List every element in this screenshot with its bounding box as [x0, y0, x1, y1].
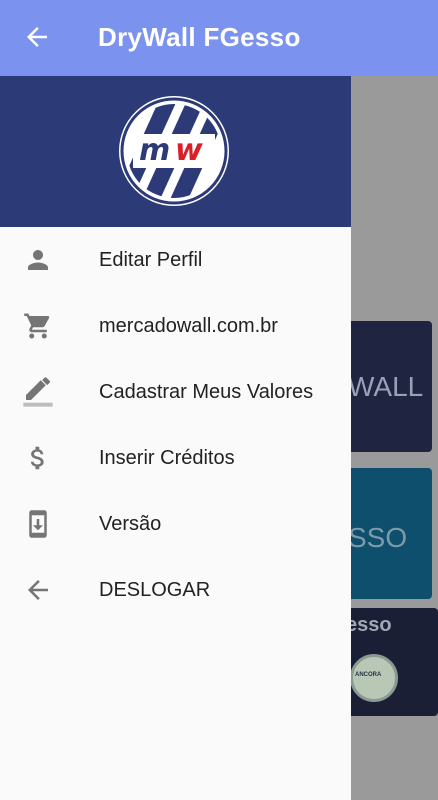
- menu-item-label: Versão: [99, 512, 162, 535]
- phone-download-icon: [22, 508, 54, 540]
- menu-item-label: Inserir Créditos: [99, 446, 235, 469]
- menu-item-label: DESLOGAR: [99, 578, 211, 601]
- menu-item-deslogar[interactable]: DESLOGAR: [0, 557, 351, 623]
- menu-item-label: Editar Perfil: [99, 248, 203, 271]
- mercadowall-logo: m w: [119, 96, 229, 206]
- navigation-drawer: m w Editar Perfil mercadowall.com.br Cad…: [0, 76, 351, 800]
- arrow-back-icon[interactable]: [22, 22, 52, 52]
- menu-item-label: Cadastrar Meus Valores: [99, 380, 314, 403]
- card-label: WALL: [348, 371, 424, 402]
- shopping-cart-icon: [22, 310, 54, 342]
- menu-item-mercadowall[interactable]: mercadowall.com.br: [0, 293, 351, 359]
- app-title: DryWall FGesso: [98, 22, 301, 52]
- arrow-back-icon: [22, 574, 54, 606]
- drawer-header: m w: [0, 76, 351, 227]
- person-icon: [22, 244, 54, 276]
- menu-item-label: mercadowall.com.br: [99, 314, 278, 337]
- card-label: esso: [346, 614, 392, 636]
- menu-item-versao[interactable]: Versão: [0, 491, 351, 557]
- pencil-icon: [22, 376, 54, 408]
- svg-text:m: m: [139, 133, 170, 168]
- menu-item-editar-perfil[interactable]: Editar Perfil: [0, 227, 351, 293]
- brand-badge: ANCORA: [350, 654, 398, 702]
- menu-item-inserir-creditos[interactable]: Inserir Créditos: [0, 425, 351, 491]
- app-bar: DryWall FGesso: [0, 0, 438, 76]
- svg-text:w: w: [175, 133, 203, 168]
- dollar-icon: [22, 442, 54, 474]
- drawer-menu: Editar Perfil mercadowall.com.br Cadastr…: [0, 227, 351, 623]
- menu-item-cadastrar-valores[interactable]: Cadastrar Meus Valores: [0, 359, 351, 425]
- brand-badge-text: ANCORA: [355, 672, 382, 678]
- card-label: SSO: [348, 522, 408, 553]
